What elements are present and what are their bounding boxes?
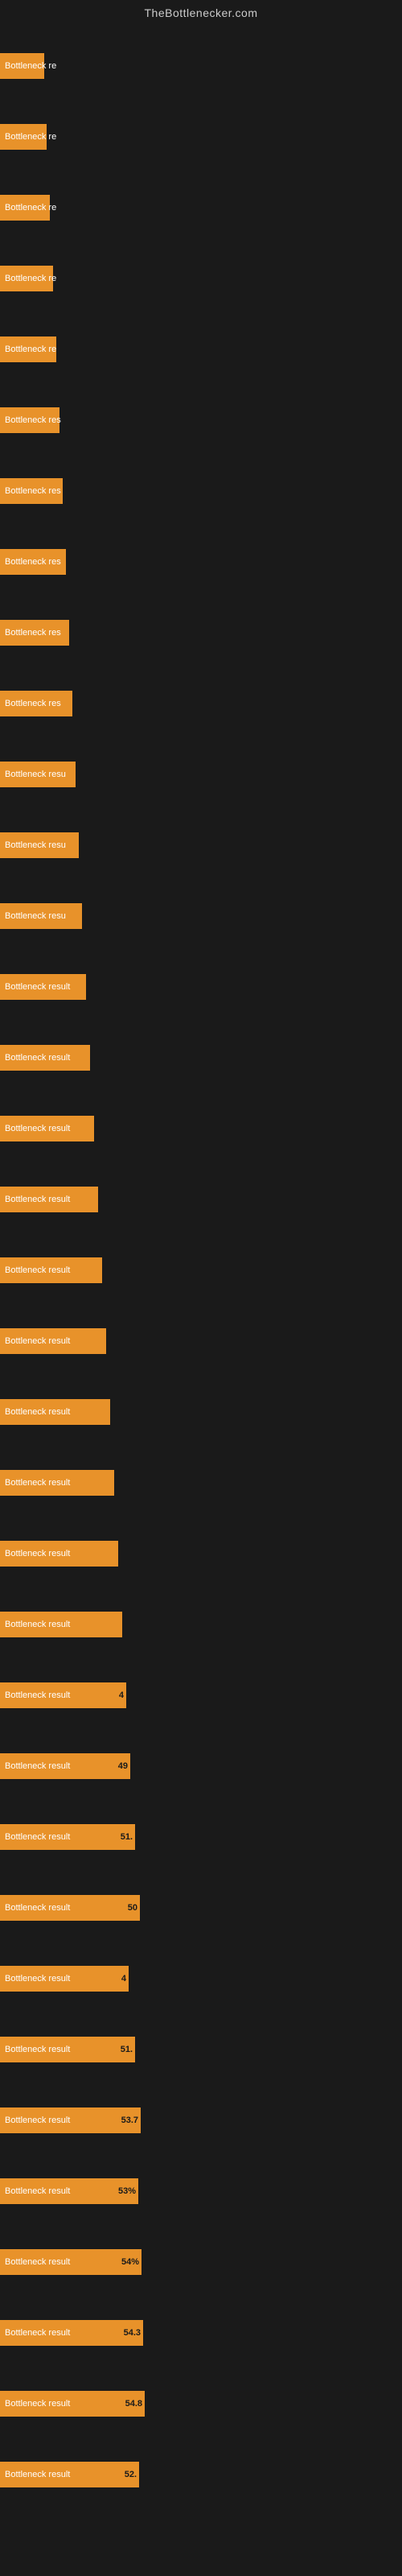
bar-row: Bottleneck result	[0, 1093, 402, 1164]
bar-row: Bottleneck resu	[0, 739, 402, 810]
bar-value: 54.8	[125, 2399, 145, 2409]
bar-row: Bottleneck re	[0, 243, 402, 314]
bar-label: Bottleneck res	[2, 697, 64, 710]
bar-row: Bottleneck resu	[0, 881, 402, 952]
bar-label: Bottleneck result	[2, 1547, 73, 1560]
bar-label: Bottleneck result	[2, 2326, 73, 2339]
bar-row: Bottleneck result	[0, 1306, 402, 1377]
bar-value: 53%	[118, 2186, 138, 2196]
bar-row: 49 Bottleneck result	[0, 1731, 402, 1802]
bar-label: Bottleneck re	[2, 343, 59, 356]
bar-label: Bottleneck re	[2, 201, 59, 214]
bar-row: 51. Bottleneck result	[0, 1802, 402, 1872]
bar-row: 4 Bottleneck result	[0, 1943, 402, 2014]
bar-value: 4	[119, 1690, 126, 1700]
bar-label: Bottleneck result	[2, 1972, 73, 1985]
bar-value: 4	[121, 1974, 129, 1984]
bar-label: Bottleneck result	[2, 1689, 73, 1702]
bar-label: Bottleneck res	[2, 485, 64, 497]
bar-row: Bottleneck result	[0, 1589, 402, 1660]
bar-label: Bottleneck result	[2, 1831, 73, 1843]
bar-row: Bottleneck result	[0, 1518, 402, 1589]
bar-label: Bottleneck result	[2, 1760, 73, 1773]
bar-value: 53.7	[121, 2116, 141, 2125]
bar-row: Bottleneck result	[0, 952, 402, 1022]
bar-row: Bottleneck res	[0, 597, 402, 668]
bar-label: Bottleneck result	[2, 2256, 73, 2268]
bar-label: Bottleneck resu	[2, 839, 69, 852]
bar-label: Bottleneck result	[2, 2468, 73, 2481]
bar-row: Bottleneck resu	[0, 810, 402, 881]
site-title: TheBottlenecker.com	[0, 0, 402, 23]
bar-label: Bottleneck result	[2, 980, 73, 993]
chart-area: Bottleneck re Bottleneck re Bottleneck re B…	[0, 23, 402, 2518]
bar-label: Bottleneck result	[2, 1122, 73, 1135]
bar-label: Bottleneck res	[2, 414, 64, 427]
bar-row: Bottleneck re	[0, 31, 402, 101]
bar-row: 53.7 Bottleneck result	[0, 2085, 402, 2156]
bar-label: Bottleneck result	[2, 1193, 73, 1206]
bar-label: Bottleneck resu	[2, 910, 69, 923]
bar-row: Bottleneck result	[0, 1022, 402, 1093]
bar-value: 54%	[121, 2257, 142, 2267]
bar-label: Bottleneck result	[2, 1335, 73, 1348]
bar-row: 4 Bottleneck result	[0, 1660, 402, 1731]
bar-row: Bottleneck res	[0, 385, 402, 456]
bar-value: 49	[118, 1761, 130, 1771]
bar-value: 51.	[121, 2045, 135, 2054]
bar-row: Bottleneck res	[0, 526, 402, 597]
bar-row: 50 Bottleneck result	[0, 1872, 402, 1943]
bar-row: 53% Bottleneck result	[0, 2156, 402, 2227]
bar-value: 51.	[121, 1832, 135, 1842]
bar-row: Bottleneck result	[0, 1447, 402, 1518]
bar-label: Bottleneck re	[2, 130, 59, 143]
bar-label: Bottleneck result	[2, 2185, 73, 2198]
bar-label: Bottleneck result	[2, 1264, 73, 1277]
bar-label: Bottleneck res	[2, 555, 64, 568]
bar-row: Bottleneck re	[0, 101, 402, 172]
bar-label: Bottleneck result	[2, 1406, 73, 1418]
bar-label: Bottleneck result	[2, 2114, 73, 2127]
bar-label: Bottleneck re	[2, 60, 59, 72]
bar-label: Bottleneck result	[2, 1476, 73, 1489]
bar-value: 54.3	[124, 2328, 143, 2338]
bar-row: 51. Bottleneck result	[0, 2014, 402, 2085]
bar-label: Bottleneck resu	[2, 768, 69, 781]
bar-label: Bottleneck result	[2, 1618, 73, 1631]
bar-label: Bottleneck result	[2, 2043, 73, 2056]
bar-label: Bottleneck res	[2, 626, 64, 639]
bar-label: Bottleneck re	[2, 272, 59, 285]
bar-row: Bottleneck re	[0, 172, 402, 243]
bar-row: 54% Bottleneck result	[0, 2227, 402, 2297]
bar-row: Bottleneck result	[0, 1235, 402, 1306]
bar-label: Bottleneck result	[2, 1901, 73, 1914]
bar-value: 50	[128, 1903, 140, 1913]
bar-label: Bottleneck result	[2, 2397, 73, 2410]
bar-row: 54.8 Bottleneck result	[0, 2368, 402, 2439]
bar-row: 54.3 Bottleneck result	[0, 2297, 402, 2368]
bar-row: Bottleneck result	[0, 1164, 402, 1235]
bar-row: Bottleneck res	[0, 668, 402, 739]
bar-value: 52.	[125, 2470, 139, 2479]
bar-row: Bottleneck re	[0, 314, 402, 385]
bar-row: 52. Bottleneck result	[0, 2439, 402, 2510]
bar-row: Bottleneck result	[0, 1377, 402, 1447]
bar-row: Bottleneck res	[0, 456, 402, 526]
bar-label: Bottleneck result	[2, 1051, 73, 1064]
